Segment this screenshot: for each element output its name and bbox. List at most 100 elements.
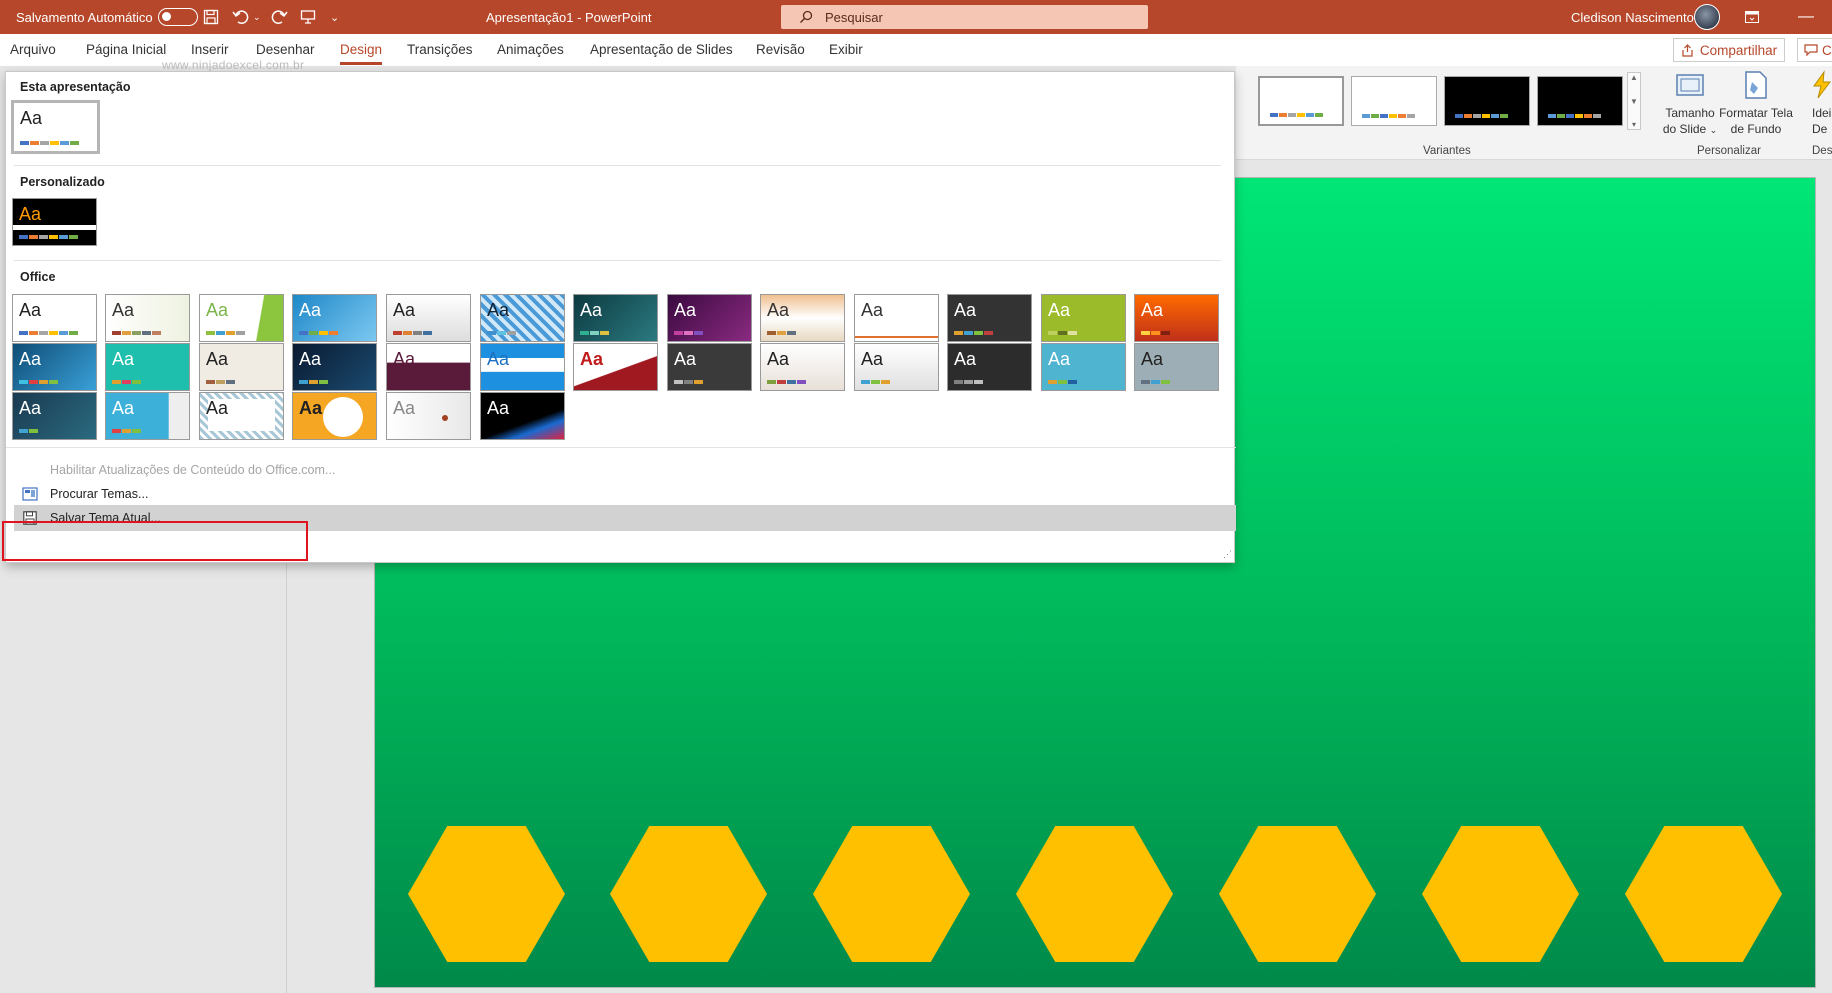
chevron-down-icon: ⌄ <box>1709 125 1718 135</box>
format-bg-label-2: de Fundo <box>1730 122 1782 136</box>
search-box[interactable]: Pesquisar <box>781 5 1148 29</box>
section-esta-apresentacao: Esta apresentação <box>20 80 131 94</box>
comments-button[interactable]: Co <box>1797 38 1832 62</box>
theme-sample: Aa <box>19 204 42 224</box>
theme-circuit[interactable]: Aa <box>12 343 97 391</box>
undo-icon[interactable]: ⌄ <box>229 0 261 34</box>
slide-size-button[interactable]: Tamanho do Slide ⌄ <box>1660 105 1720 138</box>
tab-transicoes[interactable]: Transições <box>407 42 473 64</box>
user-name: Cledison Nascimento <box>1571 9 1694 25</box>
enable-updates-command: Habilitar Atualizações de Conteúdo do Of… <box>14 457 1236 483</box>
theme-wisp[interactable]: Aa <box>573 294 658 342</box>
theme-current[interactable]: Aa <box>11 100 100 154</box>
hexagon-shape[interactable] <box>1016 826 1173 962</box>
theme-custom[interactable]: Aa <box>12 198 97 246</box>
variants-group-label: Variantes <box>1423 145 1471 157</box>
tab-animacoes[interactable]: Animações <box>497 42 564 64</box>
theme-celestial[interactable]: Aa <box>854 343 939 391</box>
theme-office[interactable]: Aa <box>12 294 97 342</box>
theme-berlin-orange[interactable]: Aa <box>292 392 377 440</box>
minimize-icon[interactable]: — <box>1798 0 1814 34</box>
theme-mesh[interactable]: Aa <box>947 294 1032 342</box>
theme-vapor[interactable]: Aa <box>667 343 752 391</box>
hexagon-shape[interactable] <box>610 826 767 962</box>
theme-integral[interactable]: Aa <box>292 294 377 342</box>
share-button[interactable]: Compartilhar <box>1673 38 1785 62</box>
theme-view[interactable]: Aa <box>1134 343 1219 391</box>
redo-icon[interactable] <box>267 0 291 34</box>
theme-droplet[interactable]: Aa <box>292 343 377 391</box>
theme-dividend[interactable]: Aa <box>105 343 190 391</box>
hexagon-shape[interactable] <box>1422 826 1579 962</box>
theme-sample: Aa <box>20 108 43 128</box>
variants-scroll[interactable]: ▲ ▼ ▾ <box>1627 72 1641 130</box>
comments-label: Co <box>1822 42 1832 58</box>
autosave-label: Salvamento Automático <box>16 9 153 25</box>
scroll-down-icon[interactable]: ▼ <box>1630 97 1638 106</box>
theme-quotable[interactable]: Aa <box>947 343 1032 391</box>
format-background-icon[interactable] <box>1742 70 1770 103</box>
document-title: Apresentação1 - PowerPoint <box>486 9 652 25</box>
theme-main-event[interactable]: Aa <box>386 343 471 391</box>
browse-themes-icon <box>18 487 42 501</box>
theme-frame[interactable]: Aa <box>199 343 284 391</box>
variant-3[interactable] <box>1444 76 1530 126</box>
hexagon-shape[interactable] <box>1625 826 1782 962</box>
hexagon-shape[interactable] <box>408 826 565 962</box>
theme-parallax[interactable]: Aa <box>480 343 565 391</box>
tab-exibir[interactable]: Exibir <box>829 42 863 64</box>
format-bg-label-1: Formatar Tela <box>1719 106 1793 120</box>
slide-size-icon[interactable] <box>1675 72 1705 103</box>
variant-2[interactable] <box>1351 76 1437 126</box>
tab-design[interactable]: Design <box>340 42 383 65</box>
ideas-label-1: Idei <box>1812 106 1832 120</box>
theme-basis[interactable]: Aa <box>854 294 939 342</box>
present-icon[interactable] <box>296 0 320 34</box>
ribbon-display-icon[interactable] <box>1745 0 1759 34</box>
theme-ion[interactable]: Aa <box>199 294 284 342</box>
more-icon[interactable]: ▾ <box>1632 120 1636 129</box>
variant-4[interactable] <box>1537 76 1623 126</box>
autosave-toggle[interactable] <box>150 0 198 34</box>
resize-grip-icon[interactable]: ⋰ <box>1223 549 1232 560</box>
theme-headlines[interactable]: Aa <box>573 343 658 391</box>
theme-savon[interactable]: Aa <box>760 294 845 342</box>
tab-apresentacao-de-slides[interactable]: Apresentação de Slides <box>590 42 733 64</box>
customize-qat-icon[interactable]: ⌄ <box>330 0 339 34</box>
theme-crop[interactable]: Aa <box>105 392 190 440</box>
hexagon-shape[interactable] <box>813 826 970 962</box>
scroll-up-icon[interactable]: ▲ <box>1630 73 1638 82</box>
theme-slice[interactable]: Aa <box>480 294 565 342</box>
slide-size-label-1: Tamanho <box>1665 106 1715 120</box>
variant-1[interactable] <box>1258 76 1344 126</box>
format-background-button[interactable]: Formatar Tela de Fundo <box>1718 105 1794 137</box>
theme-retrospect[interactable]: Aa <box>386 294 471 342</box>
theme-gallery-dark[interactable]: Aa <box>12 392 97 440</box>
tab-pagina-inicial[interactable]: Página Inicial <box>86 42 166 64</box>
theme-berlin[interactable]: Aa <box>667 294 752 342</box>
design-ideas-button[interactable]: Idei De <box>1812 105 1832 137</box>
theme-organic[interactable]: Aa <box>760 343 845 391</box>
enable-updates-label: Habilitar Atualizações de Conteúdo do Of… <box>50 463 336 477</box>
avatar[interactable] <box>1694 4 1720 30</box>
theme-facet[interactable]: Aa <box>105 294 190 342</box>
personalizar-group-label: Personalizar <box>1697 145 1761 157</box>
theme-badge[interactable]: Aa <box>1134 294 1219 342</box>
share-label: Compartilhar <box>1699 42 1778 58</box>
search-placeholder: Pesquisar <box>825 9 883 25</box>
search-icon <box>799 10 813 24</box>
hexagon-shape[interactable] <box>1219 826 1376 962</box>
designer-group-label: Des <box>1812 145 1832 157</box>
design-ideas-icon[interactable] <box>1810 70 1832 103</box>
save-icon[interactable] <box>199 0 223 34</box>
tab-revisao[interactable]: Revisão <box>756 42 805 64</box>
theme-circuit-dark[interactable]: Aa <box>480 392 565 440</box>
theme-savon-gray[interactable]: Aa <box>386 392 471 440</box>
title-bar: Salvamento Automático ⌄ ⌄ Apresentação1 … <box>0 0 1832 34</box>
browse-themes-command[interactable]: Procurar Temas... <box>14 481 1236 507</box>
section-office: Office <box>20 270 56 284</box>
theme-gallery-green[interactable]: Aa <box>1041 294 1126 342</box>
theme-wood-type[interactable]: Aa <box>199 392 284 440</box>
theme-depth[interactable]: Aa <box>1041 343 1126 391</box>
tab-arquivo[interactable]: Arquivo <box>10 42 56 64</box>
